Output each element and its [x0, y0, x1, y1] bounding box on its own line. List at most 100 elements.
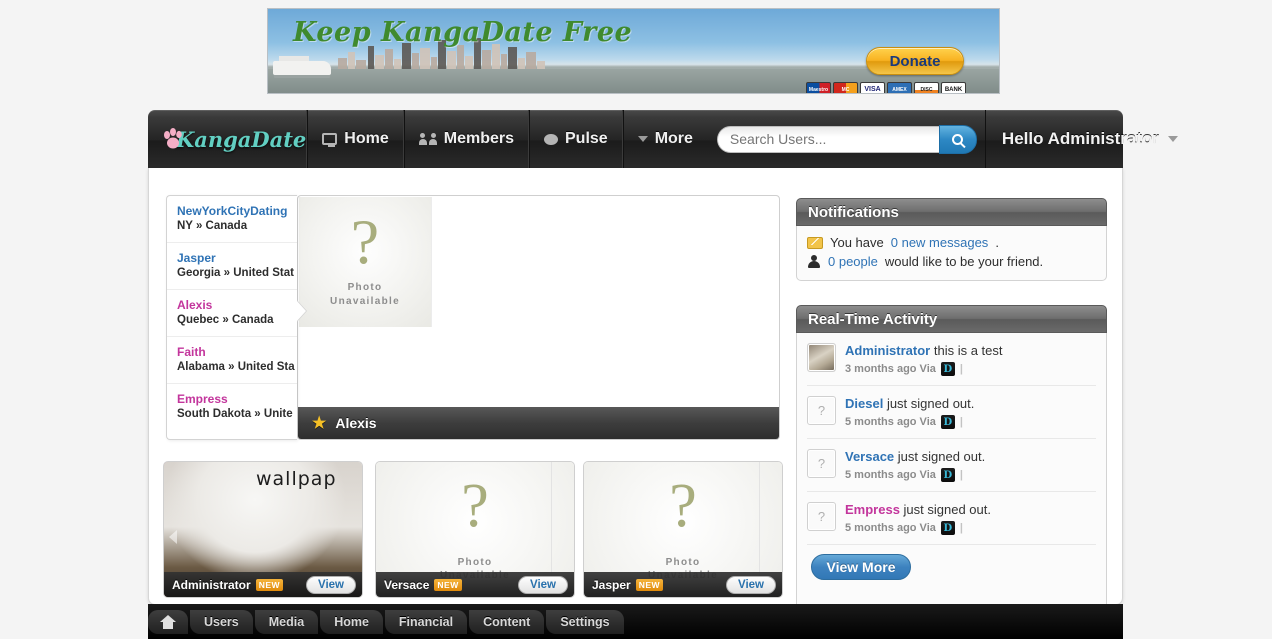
- meta-divider: |: [959, 469, 963, 481]
- nav-item-home[interactable]: Home: [307, 110, 404, 168]
- list-item[interactable]: Jasper Georgia » United Stat: [167, 243, 297, 290]
- notifications-panel: Notifications You have 0 new messages . …: [796, 198, 1107, 281]
- activity-text: Empress just signed out.: [845, 502, 991, 518]
- search-button[interactable]: [938, 124, 977, 154]
- search-icon: [952, 133, 964, 145]
- activity-text: Versace just signed out.: [845, 449, 985, 465]
- thumbnail-caption-bar: Versace NEW View: [376, 572, 574, 597]
- home-icon: [160, 614, 176, 629]
- activity-user-name[interactable]: Empress: [845, 502, 900, 517]
- member-list-pointer-icon: [296, 300, 306, 322]
- activity-item[interactable]: ? Empress just signed out. 5 months ago …: [807, 492, 1096, 545]
- admin-tab-settings[interactable]: Settings: [546, 609, 624, 634]
- member-location: South Dakota » Unite: [177, 408, 293, 420]
- activity-time: 5 months ago Via: [845, 416, 936, 428]
- search-form: [716, 124, 977, 154]
- featured-caption-name: Alexis: [335, 415, 377, 431]
- activity-panel: Real-Time Activity Administrator this is…: [796, 305, 1107, 625]
- featured-caption-bar: ★ Alexis: [298, 407, 779, 439]
- admin-tab-content[interactable]: Content: [469, 609, 545, 634]
- nav-item-members[interactable]: Members: [403, 110, 529, 168]
- site-logo[interactable]: KangaDate: [148, 110, 308, 168]
- donate-button[interactable]: Donate: [866, 47, 964, 75]
- activity-title: Real-Time Activity: [796, 305, 1107, 333]
- view-button[interactable]: View: [518, 575, 568, 594]
- list-item[interactable]: Empress South Dakota » Unite: [167, 384, 297, 430]
- view-button[interactable]: View: [306, 575, 356, 594]
- view-button[interactable]: View: [726, 575, 776, 594]
- activity-item[interactable]: ? Diesel just signed out. 5 months ago V…: [807, 386, 1096, 439]
- nav-item-pulse-label: Pulse: [565, 130, 608, 147]
- member-name[interactable]: Alexis: [177, 298, 297, 313]
- avatar[interactable]: ?: [807, 396, 836, 425]
- thumbnail-card[interactable]: ? Photo Unavailable Jasper NEW View: [583, 461, 783, 598]
- activity-time: 5 months ago Via: [845, 469, 936, 481]
- member-name[interactable]: NewYorkCityDating: [177, 204, 297, 219]
- thumbnail-name: Versace: [384, 577, 430, 592]
- member-location: Alabama » United Sta: [177, 361, 295, 373]
- list-item[interactable]: Faith Alabama » United Sta: [167, 337, 297, 384]
- notification-friends-row[interactable]: 0 people would like to be your friend.: [807, 252, 1096, 271]
- question-mark-icon: ?: [350, 205, 380, 277]
- account-menu[interactable]: Hello Administrator: [984, 110, 1196, 168]
- visa-card-icon: VISA: [860, 82, 885, 93]
- notification-messages-row[interactable]: You have 0 new messages .: [807, 233, 1096, 252]
- activity-body: Administrator this is a test 3 months ag…: [796, 333, 1107, 625]
- list-item[interactable]: Alexis Quebec » Canada: [167, 290, 297, 337]
- member-list: NewYorkCityDating NY » Canada Jasper Geo…: [166, 195, 297, 440]
- messages-prefix: You have: [830, 235, 884, 250]
- messages-count-link[interactable]: 0 new messages: [891, 235, 989, 250]
- admin-toolbar: Users Media Home Financial Content Setti…: [148, 604, 1123, 639]
- chevron-down-icon: [1168, 136, 1179, 142]
- activity-meta: 3 months ago Via D |: [845, 362, 1003, 376]
- avatar[interactable]: ?: [807, 449, 836, 478]
- amex-card-icon: AMEX: [887, 82, 912, 93]
- thumbnail-caption-bar: Administrator NEW View: [164, 572, 362, 597]
- speech-bubble-icon: [544, 133, 558, 145]
- activity-item[interactable]: ? Versace just signed out. 5 months ago …: [807, 439, 1096, 492]
- activity-action: this is a test: [933, 343, 1003, 358]
- paw-print-icon: [164, 128, 182, 149]
- avatar[interactable]: ?: [807, 502, 836, 531]
- maestro-card-icon: Maestro: [806, 82, 831, 93]
- thumbnail-photo-text: wallpap: [256, 468, 337, 490]
- list-item[interactable]: NewYorkCityDating NY » Canada: [167, 196, 297, 243]
- activity-text: Administrator this is a test: [845, 343, 1003, 359]
- featured-member-panel[interactable]: ? Photo Unavailable ★ Alexis: [297, 195, 780, 440]
- nav-item-more[interactable]: More: [622, 110, 707, 168]
- carousel-prev-arrow-icon[interactable]: [169, 530, 177, 544]
- member-thumbnail-carousel: wallpap Administrator NEW View ? Photo U…: [163, 461, 783, 598]
- thumbnail-card[interactable]: ? Photo Unavailable Versace NEW View: [375, 461, 575, 598]
- caret-down-icon: [637, 136, 648, 142]
- friends-count-link[interactable]: 0 people: [828, 254, 878, 269]
- thumbnail-caption-bar: Jasper NEW View: [584, 572, 782, 597]
- activity-user-name[interactable]: Versace: [845, 449, 894, 464]
- notifications-body: You have 0 new messages . 0 people would…: [796, 226, 1107, 281]
- member-location: Quebec » Canada: [177, 314, 274, 326]
- thumbnail-card[interactable]: wallpap Administrator NEW View: [163, 461, 363, 598]
- member-name[interactable]: Empress: [177, 392, 297, 407]
- meta-divider: |: [959, 416, 963, 428]
- question-mark-icon: ?: [461, 472, 489, 540]
- activity-user-name[interactable]: Diesel: [845, 396, 883, 411]
- member-name[interactable]: Jasper: [177, 251, 297, 266]
- member-name[interactable]: Faith: [177, 345, 297, 360]
- admin-tab-financial[interactable]: Financial: [384, 609, 468, 634]
- view-more-button[interactable]: View More: [811, 554, 911, 580]
- donation-banner[interactable]: Keep KangaDate Free Donate Maestro MC VI…: [267, 8, 1000, 94]
- bank-transfer-icon: BANK: [941, 82, 966, 93]
- admin-home-button[interactable]: [148, 609, 188, 634]
- via-app-icon: D: [940, 521, 955, 535]
- nav-item-pulse[interactable]: Pulse: [529, 110, 623, 168]
- avatar[interactable]: [807, 343, 836, 372]
- admin-tab-media[interactable]: Media: [254, 609, 319, 634]
- activity-user-name[interactable]: Administrator: [845, 343, 930, 358]
- activity-action: just signed out.: [903, 502, 991, 517]
- featured-photo-placeholder: ? Photo Unavailable: [299, 197, 432, 327]
- admin-tab-home[interactable]: Home: [320, 609, 383, 634]
- nav-item-more-label: More: [654, 130, 693, 147]
- search-input[interactable]: [716, 125, 939, 153]
- thumbnail-name: Administrator: [172, 577, 251, 592]
- activity-item[interactable]: Administrator this is a test 3 months ag…: [807, 333, 1096, 386]
- admin-tab-users[interactable]: Users: [190, 609, 253, 634]
